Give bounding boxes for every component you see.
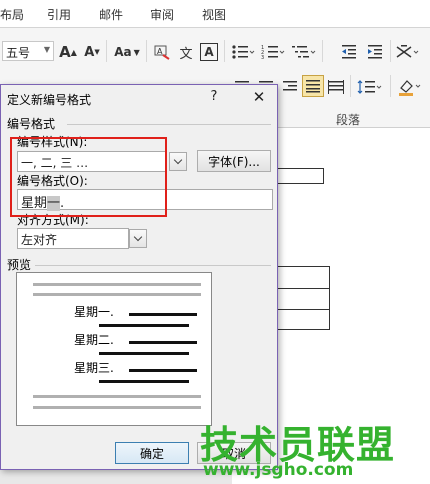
shading-icon[interactable] [396, 76, 426, 98]
ribbon-separator [146, 40, 147, 62]
preview-line [33, 283, 201, 286]
close-icon[interactable]: ✕ [247, 87, 271, 107]
increase-indent-icon[interactable] [364, 41, 386, 63]
ribbon-separator [350, 75, 351, 97]
clear-format-icon[interactable]: A [152, 41, 172, 63]
preview-line [129, 341, 197, 344]
tab-mailings[interactable]: 邮件 [99, 6, 123, 23]
preview-panel: 星期一. 星期二. 星期三. [16, 272, 212, 426]
decrease-indent-icon[interactable] [338, 41, 360, 63]
chevron-down-icon [133, 232, 143, 242]
multilevel-list-icon[interactable] [290, 41, 318, 63]
align-right-icon[interactable] [280, 76, 300, 98]
alignment-combo[interactable]: 左对齐 [17, 228, 129, 249]
section-number-format: 编号格式 [7, 117, 56, 131]
ribbon-separator [390, 75, 391, 97]
group-divider [35, 265, 271, 266]
ribbon-separator [322, 40, 323, 62]
help-button[interactable]: ? [206, 89, 222, 107]
font-button[interactable]: 字体(F)... [197, 150, 271, 172]
section-preview: 预览 [7, 258, 32, 272]
preview-line [99, 352, 189, 355]
tab-review[interactable]: 审阅 [150, 6, 174, 23]
preview-item-3: 星期三. [74, 361, 114, 375]
tab-layout[interactable]: 布局 [0, 6, 24, 23]
preview-line [129, 313, 197, 316]
grow-font-button[interactable]: A ▲ [58, 41, 78, 63]
tab-references[interactable]: 引用 [47, 6, 71, 23]
group-label-paragraph: 段落 [336, 113, 361, 127]
change-case-button[interactable]: Aa ▼ [112, 41, 142, 63]
preview-line [129, 369, 197, 372]
ribbon-tab-bar: 布局 引用 邮件 审阅 视图 [0, 0, 430, 28]
line-spacing-icon[interactable] [356, 76, 384, 98]
svg-text:A: A [157, 47, 163, 56]
justify-icon[interactable] [302, 75, 324, 97]
distributed-icon[interactable] [326, 76, 346, 98]
preview-item-1: 星期一. [74, 305, 114, 319]
preview-item-2: 星期二. [74, 333, 114, 347]
font-size-value: 五号 [6, 46, 31, 60]
chinese-layout-icon[interactable] [394, 41, 424, 63]
phonetic-guide-button[interactable]: 文 [175, 41, 197, 63]
highlight-annotation [10, 137, 167, 217]
shrink-font-button[interactable]: A ▼ [82, 41, 102, 63]
number-style-dropdown[interactable] [169, 152, 187, 171]
ribbon-separator [390, 40, 391, 62]
preview-line [33, 395, 201, 398]
alignment-value: 左对齐 [21, 233, 58, 247]
character-border-button[interactable]: A [200, 43, 218, 61]
ribbon-separator [224, 40, 225, 62]
watermark-url: www.jsgho.com [203, 460, 354, 480]
tab-view[interactable]: 视图 [202, 6, 226, 23]
numbering-icon[interactable]: 123 [260, 41, 286, 63]
ribbon-separator [106, 40, 107, 62]
preview-line [99, 324, 189, 327]
group-divider [67, 124, 271, 125]
preview-line [33, 293, 201, 296]
svg-text:3: 3 [261, 55, 264, 60]
chevron-down-icon [173, 155, 183, 165]
bullets-icon[interactable] [230, 41, 256, 63]
font-size-combo[interactable]: 五号 ▼ [2, 41, 54, 61]
preview-line [99, 380, 189, 383]
preview-line [33, 406, 201, 409]
ok-button[interactable]: 确定 [115, 442, 189, 464]
dialog-title: 定义新编号格式 [7, 93, 92, 107]
chevron-down-icon: ▼ [43, 45, 50, 54]
alignment-dropdown[interactable] [129, 229, 147, 248]
